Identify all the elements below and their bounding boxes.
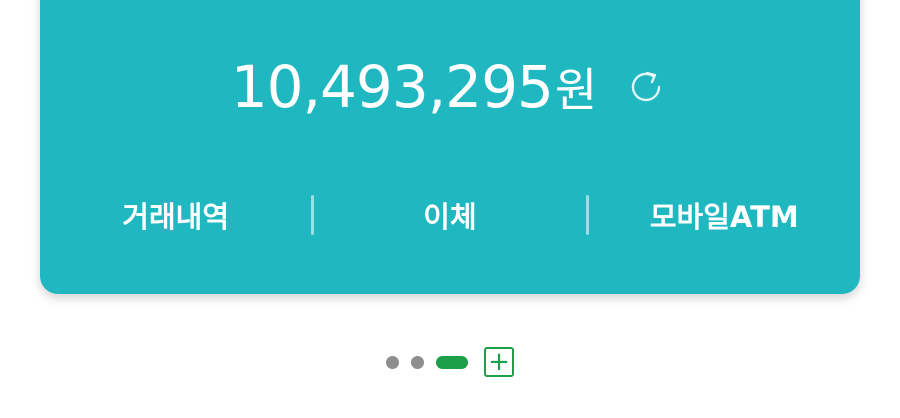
balance-unit: 원: [554, 63, 598, 117]
card-pager: +: [0, 346, 900, 378]
action-bar: 거래내역 이체 모바일ATM: [40, 190, 860, 240]
transaction-history-button[interactable]: 거래내역: [40, 194, 311, 236]
pager-dot-active[interactable]: [436, 355, 468, 369]
account-card: 10,493,295 원 거래내역 이체 모바일ATM: [40, 0, 860, 294]
refresh-icon: [632, 71, 661, 102]
plus-icon: +: [488, 347, 510, 377]
refresh-button[interactable]: [623, 64, 669, 110]
balance-amount: 10,493,295: [230, 53, 554, 121]
pager-dot[interactable]: [386, 355, 399, 369]
add-card-button[interactable]: +: [484, 347, 514, 377]
transfer-button[interactable]: 이체: [314, 194, 585, 236]
pager-dot[interactable]: [411, 355, 424, 369]
balance-row: 10,493,295 원: [40, 52, 860, 122]
mobile-atm-button[interactable]: 모바일ATM: [589, 194, 860, 236]
